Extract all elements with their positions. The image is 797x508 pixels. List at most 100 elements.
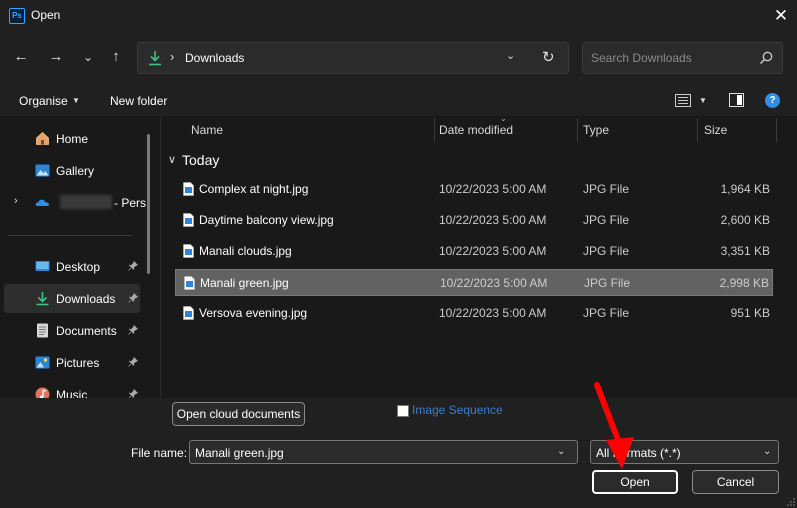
file-name: Daytime balcony view.jpg (199, 213, 334, 227)
jpg-file-icon (184, 276, 195, 290)
sidebar-item-label: Documents (56, 324, 117, 338)
address-bar[interactable]: › Downloads ⌄ ↻ (137, 42, 569, 74)
navigation-bar: ← → ⌄ ↑ › Downloads ⌄ ↻ Search Downloads (0, 32, 797, 84)
open-cloud-documents-button[interactable]: Open cloud documents (172, 402, 305, 426)
download-icon (149, 51, 161, 66)
sidebar-item-label: Downloads (56, 292, 116, 306)
sidebar-item-label: Gallery (56, 164, 95, 178)
file-size: 1,964 KB (720, 182, 770, 196)
sidebar-item-downloads[interactable]: Downloads (4, 284, 140, 313)
column-divider[interactable] (434, 118, 435, 142)
recent-locations-chevron-icon[interactable]: ⌄ (76, 45, 100, 69)
search-input[interactable]: Search Downloads (582, 42, 783, 74)
file-row[interactable]: Manali clouds.jpg 10/22/2023 5:00 AM JPG… (175, 238, 773, 265)
chevron-right-icon[interactable]: › (14, 195, 18, 207)
open-dialog: Ps Open ✕ ← → ⌄ ↑ › Downloads ⌄ ↻ Search… (0, 0, 797, 508)
file-size: 3,351 KB (720, 244, 770, 258)
file-type-filter[interactable]: All Formats (*.*) ⌄ (590, 440, 779, 464)
file-row[interactable]: Daytime balcony view.jpg 10/22/2023 5:00… (175, 207, 773, 234)
title-bar: Ps Open ✕ (0, 0, 797, 32)
sidebar-item-documents[interactable]: Documents (4, 316, 140, 345)
jpg-file-icon (183, 244, 194, 258)
chevron-down-icon[interactable]: ⌄ (763, 446, 771, 457)
file-list: Name ⌄ Date modified Type Size ∨ Today C… (160, 114, 797, 398)
file-date: 10/22/2023 5:00 AM (440, 276, 548, 290)
pin-icon (128, 357, 138, 367)
cancel-button[interactable]: Cancel (692, 470, 779, 494)
sidebar-item-gallery[interactable]: Gallery (4, 156, 140, 185)
gallery-icon (35, 164, 50, 177)
chevron-down-icon[interactable]: ▼ (72, 96, 80, 105)
download-icon (36, 292, 49, 306)
column-divider[interactable] (577, 118, 578, 142)
pin-icon (128, 389, 138, 398)
column-divider[interactable] (776, 118, 777, 142)
navigation-pane: Home Gallery › - Pers Desktop Downloads … (0, 116, 160, 398)
chevron-down-icon[interactable]: ∨ (168, 153, 176, 166)
file-date: 10/22/2023 5:00 AM (439, 244, 547, 258)
jpg-file-icon (183, 213, 194, 227)
file-type: JPG File (583, 182, 630, 196)
column-divider[interactable] (697, 118, 698, 142)
organise-menu[interactable]: Organise (19, 94, 68, 108)
documents-icon (37, 323, 48, 338)
file-name: Versova evening.jpg (199, 306, 308, 320)
desktop-icon (35, 261, 50, 271)
resize-grip-icon[interactable] (787, 498, 795, 506)
sidebar-item-label: Music (56, 388, 88, 398)
file-name: Manali green.jpg (200, 276, 289, 290)
view-details-icon[interactable] (675, 94, 691, 107)
sort-caret-icon: ⌄ (500, 114, 507, 123)
new-folder-button[interactable]: New folder (110, 94, 167, 108)
sidebar-item-label: Pictures (56, 356, 100, 370)
file-size: 2,998 KB (719, 276, 769, 290)
preview-pane-icon[interactable] (729, 93, 744, 107)
divider (8, 235, 132, 236)
back-arrow-icon[interactable]: ← (9, 45, 33, 69)
image-sequence-label[interactable]: Image Sequence (412, 403, 503, 417)
breadcrumb-chevron-icon: › (170, 49, 175, 64)
breadcrumb[interactable]: Downloads (185, 51, 244, 65)
command-bar: Organise ▼ New folder ▼ ? (0, 84, 797, 116)
file-row[interactable]: Complex at night.jpg 10/22/2023 5:00 AM … (175, 176, 773, 203)
refresh-icon[interactable]: ↻ (542, 48, 555, 66)
open-button[interactable]: Open (592, 470, 678, 494)
file-row-selected[interactable]: Manali green.jpg 10/22/2023 5:00 AM JPG … (175, 269, 773, 296)
file-size: 951 KB (730, 306, 770, 320)
window-title: Open (31, 8, 61, 22)
group-header[interactable]: Today (182, 152, 219, 168)
file-name-field[interactable]: Manali green.jpg ⌄ (189, 440, 578, 464)
file-type: JPG File (583, 244, 630, 258)
file-date: 10/22/2023 5:00 AM (439, 306, 547, 320)
forward-arrow-icon[interactable]: → (44, 45, 68, 69)
sidebar-item-music[interactable]: Music (4, 380, 140, 398)
up-arrow-icon[interactable]: ↑ (104, 45, 128, 69)
file-type: JPG File (584, 276, 631, 290)
sidebar-item-onedrive[interactable]: › - Pers (4, 188, 146, 217)
home-icon (36, 131, 49, 145)
column-header-size[interactable]: Size (704, 123, 727, 137)
chevron-down-icon[interactable]: ⌄ (506, 49, 515, 62)
image-sequence-checkbox[interactable] (397, 405, 409, 417)
chevron-down-icon[interactable]: ▼ (699, 96, 707, 105)
search-placeholder: Search Downloads (591, 51, 692, 65)
sidebar-item-desktop[interactable]: Desktop (4, 252, 140, 281)
sidebar-item-pictures[interactable]: Pictures (4, 348, 140, 377)
file-date: 10/22/2023 5:00 AM (439, 213, 547, 227)
close-icon[interactable]: ✕ (768, 3, 794, 29)
help-icon[interactable]: ? (765, 93, 780, 108)
file-row[interactable]: Versova evening.jpg 10/22/2023 5:00 AM J… (175, 300, 773, 327)
sidebar-scrollbar[interactable] (147, 134, 150, 274)
filter-value: All Formats (*.*) (596, 446, 681, 460)
pin-icon (128, 325, 138, 335)
file-size: 2,600 KB (720, 213, 770, 227)
onedrive-icon (35, 199, 49, 206)
sidebar-item-home[interactable]: Home (4, 124, 140, 153)
chevron-down-icon[interactable]: ⌄ (557, 446, 565, 457)
column-header-date[interactable]: Date modified (439, 123, 513, 137)
music-icon (35, 387, 50, 398)
column-header-type[interactable]: Type (583, 123, 609, 137)
sidebar-item-label: Desktop (56, 260, 101, 274)
file-type: JPG File (583, 306, 630, 320)
column-header-name[interactable]: Name (191, 123, 223, 137)
